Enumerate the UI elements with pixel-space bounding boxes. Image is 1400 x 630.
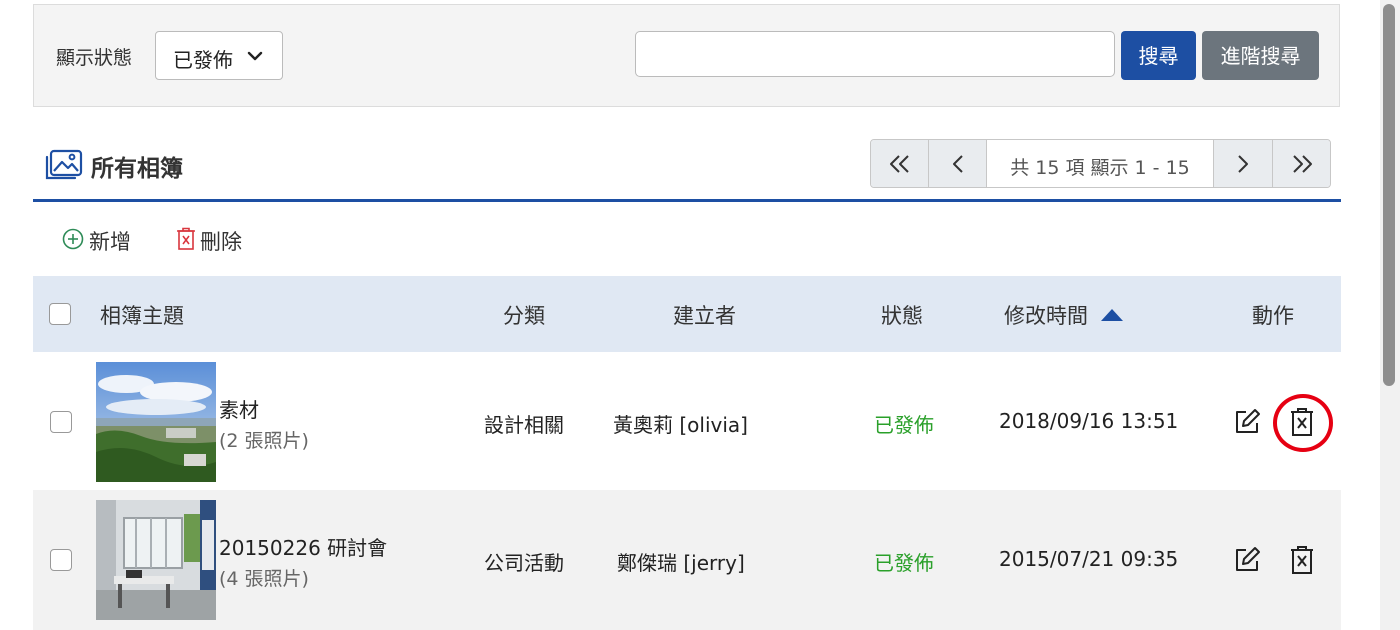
row-checkbox[interactable] [50, 411, 72, 433]
chevron-down-icon [247, 51, 263, 61]
sort-asc-icon[interactable] [1101, 309, 1123, 321]
header-category[interactable]: 分類 [503, 300, 545, 330]
status-badge: 已發佈 [874, 413, 934, 437]
last-page-button[interactable] [1272, 140, 1330, 187]
table-row: 素材 (2 張照片) 設計相關 黃奧莉 [olivia] 已發佈 2018/09… [33, 352, 1341, 490]
delete-button[interactable]: 刪除 [200, 226, 242, 256]
section-title: 所有相簿 [91, 156, 183, 182]
cell-creator: 鄭傑瑞 [jerry] [617, 551, 745, 575]
cell-modified: 2015/07/21 09:35 [999, 547, 1179, 571]
filter-bar: 顯示狀態 已發佈 搜尋 進階搜尋 [33, 4, 1340, 107]
album-name[interactable]: 素材 [219, 394, 259, 423]
cell-creator: 黃奧莉 [olivia] [613, 413, 748, 437]
edit-icon[interactable] [1233, 546, 1261, 574]
search-input[interactable] [635, 31, 1115, 77]
table-row: 20150226 研討會 (4 張照片) 公司活動 鄭傑瑞 [jerry] 已發… [33, 490, 1341, 630]
status-select[interactable]: 已發佈 [155, 31, 283, 80]
cell-category: 公司活動 [484, 551, 564, 575]
first-page-icon [889, 154, 909, 173]
header-actions: 動作 [1252, 304, 1294, 328]
next-page-button[interactable] [1213, 140, 1272, 187]
search-button[interactable]: 搜尋 [1121, 31, 1196, 80]
header-modified[interactable]: 修改時間 [1004, 300, 1088, 330]
album-thumbnail[interactable] [96, 500, 216, 620]
photo-count: (4 張照片) [219, 568, 309, 590]
header-status[interactable]: 狀態 [881, 300, 923, 330]
status-badge: 已發佈 [874, 551, 934, 575]
select-all-checkbox[interactable] [49, 303, 71, 325]
section-divider [33, 199, 1341, 202]
header-subject[interactable]: 相簿主題 [100, 300, 184, 330]
prev-page-icon [952, 154, 963, 173]
first-page-button[interactable] [871, 140, 929, 187]
status-select-value: 已發佈 [173, 48, 233, 72]
add-circle-icon[interactable] [62, 228, 84, 250]
pagination: 共 15 項 顯示 1 - 15 [870, 139, 1331, 188]
row-checkbox[interactable] [50, 549, 72, 571]
cell-category: 設計相關 [484, 413, 564, 437]
album-icon [45, 149, 83, 180]
status-filter-label: 顯示狀態 [56, 47, 133, 69]
edit-icon[interactable] [1233, 408, 1261, 436]
trash-icon[interactable] [176, 227, 196, 251]
cell-modified: 2018/09/16 13:51 [999, 409, 1179, 433]
trash-icon[interactable] [1289, 545, 1315, 575]
add-button[interactable]: 新增 [89, 226, 131, 256]
album-name[interactable]: 20150226 研討會 [219, 532, 387, 561]
pagination-info: 共 15 項 顯示 1 - 15 [1010, 157, 1190, 179]
photo-count: (2 張照片) [219, 430, 309, 452]
album-thumbnail[interactable] [96, 362, 216, 482]
scrollbar-thumb[interactable] [1383, 4, 1395, 386]
next-page-icon [1238, 154, 1248, 173]
advanced-search-button[interactable]: 進階搜尋 [1202, 31, 1319, 80]
table-header: 相簿主題 分類 建立者 狀態 修改時間 動作 [33, 276, 1341, 352]
last-page-icon [1292, 154, 1312, 173]
highlight-circle [1273, 394, 1333, 452]
header-creator[interactable]: 建立者 [673, 300, 736, 330]
prev-page-button[interactable] [929, 140, 987, 187]
